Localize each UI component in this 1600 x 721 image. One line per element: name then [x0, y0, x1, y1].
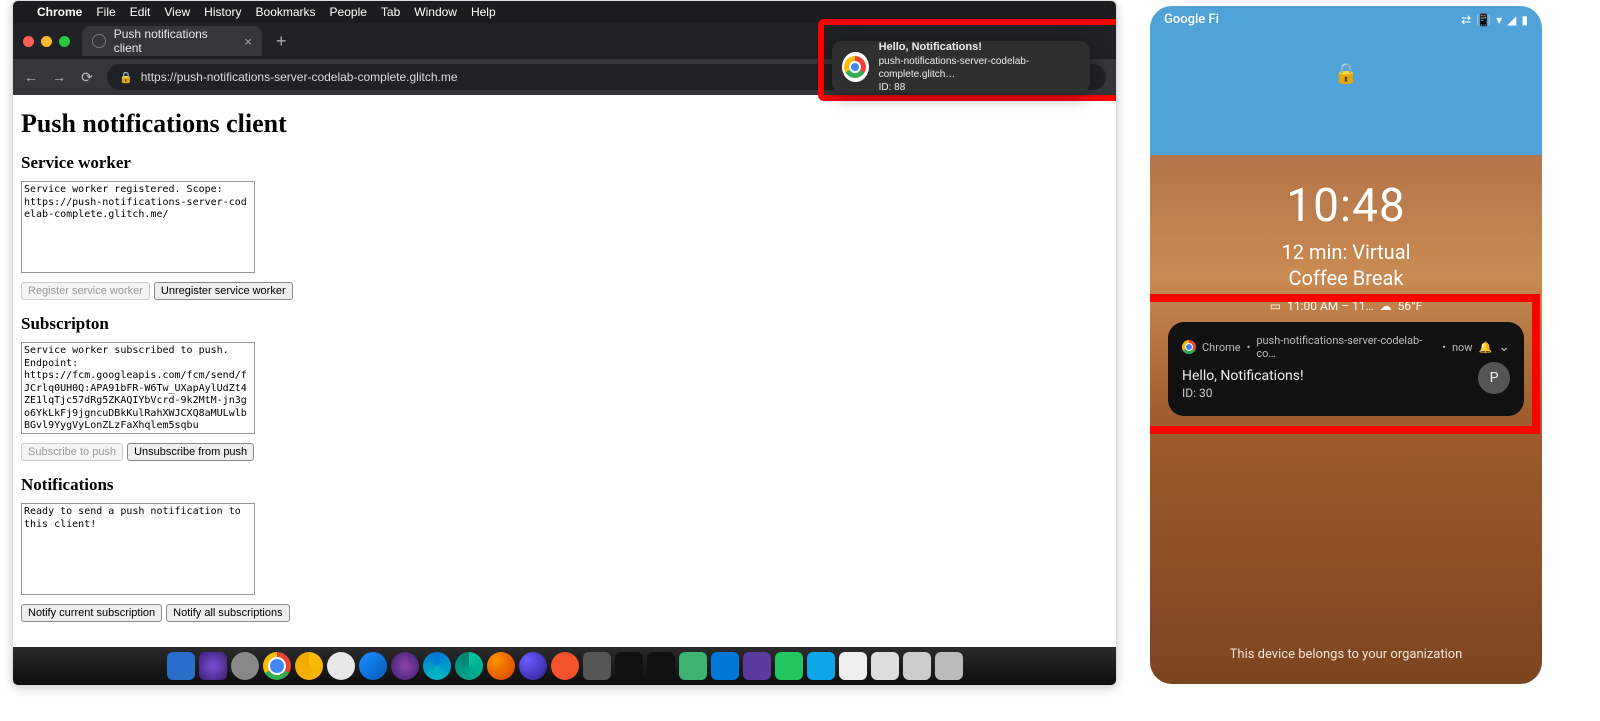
bell-icon: 🔔 [1479, 341, 1493, 354]
notification-body: ID: 30 [1182, 386, 1510, 400]
menu-file[interactable]: File [96, 5, 115, 19]
menu-tab[interactable]: Tab [381, 5, 400, 19]
vibrate-icon: 📳 [1476, 13, 1491, 27]
wifi-icon: ▾ [1496, 13, 1502, 27]
notif-status-textarea[interactable] [21, 503, 255, 595]
chrome-icon [842, 52, 869, 82]
dock-messages-icon[interactable] [775, 652, 803, 680]
dock-finder-icon[interactable] [167, 652, 195, 680]
subscribe-button[interactable]: Subscribe to push [21, 443, 123, 461]
menu-edit[interactable]: Edit [130, 5, 151, 19]
back-icon[interactable]: ← [23, 69, 39, 85]
dock-settings-icon[interactable] [583, 652, 611, 680]
menubar-app[interactable]: Chrome [37, 5, 82, 19]
notification-origin: push-notifications-server-codelab-comple… [879, 55, 1080, 81]
unregister-sw-button[interactable]: Unregister service worker [154, 282, 293, 300]
dock-edge-dev-icon[interactable] [455, 652, 483, 680]
menu-view[interactable]: View [164, 5, 190, 19]
sub-status-textarea[interactable] [21, 342, 255, 434]
menu-help[interactable]: Help [471, 5, 496, 19]
notification-content: Hello, Notifications! push-notifications… [879, 40, 1080, 93]
lockscreen-clock: 10:48 [1150, 179, 1542, 233]
traffic-lights [21, 36, 76, 47]
org-footer: This device belongs to your organization [1150, 647, 1542, 662]
tab-title: Push notifications client [114, 27, 237, 55]
event-line2: Coffee Break [1150, 265, 1542, 291]
menu-bookmarks[interactable]: Bookmarks [256, 5, 316, 19]
macos-window: Chrome File Edit View History Bookmarks … [12, 0, 1117, 686]
dock-terminal-icon[interactable] [615, 652, 643, 680]
chrome-icon [1182, 340, 1196, 354]
android-lockscreen: Google Fi ⇄ 📳 ▾ ◢ ▮ 🔒 10:48 12 min: Virt… [1150, 6, 1542, 684]
notification-body: ID: 88 [879, 81, 1080, 94]
tab-close-icon[interactable]: × [244, 34, 252, 49]
status-icons: ⇄ 📳 ▾ ◢ ▮ [1461, 13, 1528, 27]
dock-brave-icon[interactable] [551, 652, 579, 680]
dock-safari-icon[interactable] [359, 652, 387, 680]
dock-insiders-icon[interactable] [743, 652, 771, 680]
chevron-down-icon[interactable]: ⌄ [1498, 339, 1510, 355]
menu-history[interactable]: History [204, 5, 241, 19]
favicon-icon [92, 34, 106, 48]
reload-icon[interactable]: ⟳ [79, 69, 95, 86]
signal-icon: ◢ [1507, 13, 1516, 27]
notification-origin: push-notifications-server-codelab-co… [1256, 334, 1436, 360]
dock-chrome-icon[interactable] [263, 652, 291, 680]
window-minimize-icon[interactable] [41, 36, 52, 47]
notification-app: Chrome [1202, 341, 1241, 354]
window-close-icon[interactable] [23, 36, 34, 47]
register-sw-button[interactable]: Register service worker [21, 282, 150, 300]
status-bar: Google Fi ⇄ 📳 ▾ ◢ ▮ [1150, 6, 1542, 33]
dock-app-icon[interactable] [327, 652, 355, 680]
dock-trash-icon[interactable] [935, 652, 963, 680]
dock-firefox-dev-icon[interactable] [519, 652, 547, 680]
dock-siri-icon[interactable] [199, 652, 227, 680]
event-line1: 12 min: Virtual [1150, 239, 1542, 265]
dock-vscode-icon[interactable] [711, 652, 739, 680]
dock-app3-icon[interactable] [807, 652, 835, 680]
dock-chrome-canary-icon[interactable] [295, 652, 323, 680]
dock-launchpad-icon[interactable] [231, 652, 259, 680]
dock-folder-icon[interactable] [903, 652, 931, 680]
sw-heading: Service worker [21, 153, 1108, 173]
menu-window[interactable]: Window [414, 5, 457, 19]
dock-edge-icon[interactable] [423, 652, 451, 680]
dock-firefox-icon[interactable] [487, 652, 515, 680]
android-notification[interactable]: Chrome • push-notifications-server-codel… [1168, 322, 1524, 416]
page-content: Push notifications client Service worker… [13, 95, 1116, 647]
unsubscribe-button[interactable]: Unsubscribe from push [127, 443, 254, 461]
sub-heading: Subscripton [21, 314, 1108, 334]
macos-dock [13, 647, 1116, 685]
new-tab-icon[interactable]: + [268, 31, 295, 52]
page-title: Push notifications client [21, 109, 1108, 139]
notification-time: now [1452, 341, 1473, 354]
dock-app4-icon[interactable] [839, 652, 867, 680]
dock-safari-tp-icon[interactable] [391, 652, 419, 680]
lock-icon: 🔒 [119, 71, 133, 84]
link-icon: ⇄ [1461, 13, 1471, 27]
notification-title: Hello, Notifications! [879, 40, 1080, 54]
sw-status-textarea[interactable] [21, 181, 255, 273]
url-text: https://push-notifications-server-codela… [141, 70, 458, 84]
calendar-event: 12 min: Virtual Coffee Break [1150, 239, 1542, 291]
lock-icon: 🔒 [1150, 61, 1542, 85]
notify-current-button[interactable]: Notify current subscription [21, 604, 162, 622]
notification-header: Chrome • push-notifications-server-codel… [1182, 334, 1510, 360]
macos-notification[interactable]: Hello, Notifications! push-notifications… [832, 41, 1090, 93]
dock-app5-icon[interactable] [871, 652, 899, 680]
carrier-label: Google Fi [1164, 12, 1219, 27]
window-maximize-icon[interactable] [59, 36, 70, 47]
notification-title: Hello, Notifications! [1182, 368, 1510, 384]
battery-icon: ▮ [1521, 13, 1528, 27]
browser-tab[interactable]: Push notifications client × [82, 26, 262, 56]
menu-people[interactable]: People [330, 5, 367, 19]
dock-app2-icon[interactable] [679, 652, 707, 680]
dock-iterm-icon[interactable] [647, 652, 675, 680]
forward-icon[interactable]: → [51, 69, 67, 85]
notification-avatar: P [1478, 362, 1510, 394]
notif-heading: Notifications [21, 475, 1108, 495]
notify-all-button[interactable]: Notify all subscriptions [166, 604, 289, 622]
